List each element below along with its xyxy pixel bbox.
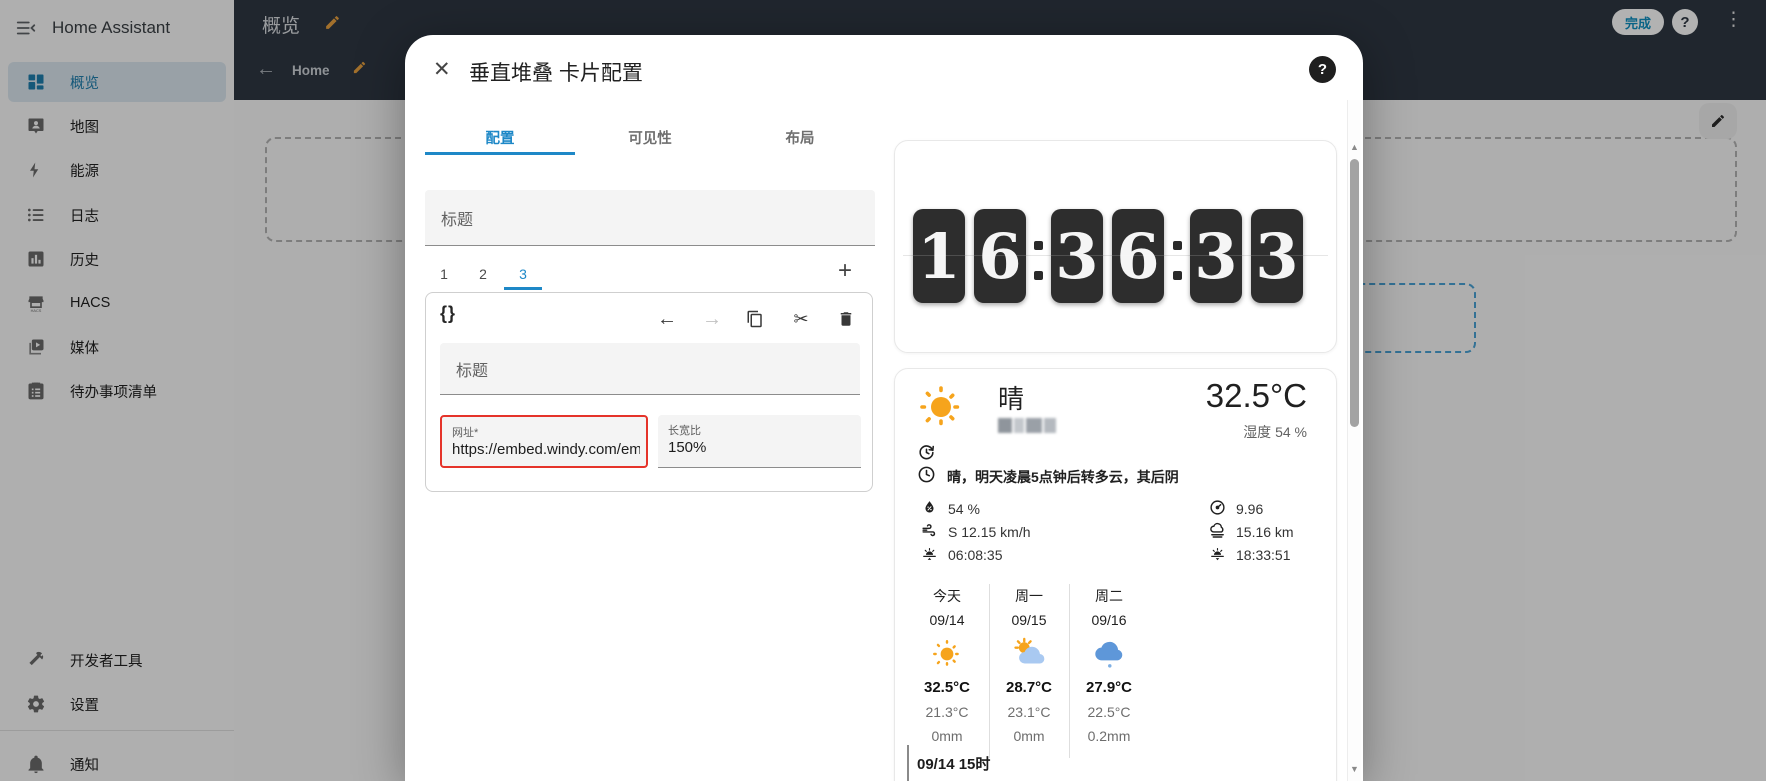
forecast-high: 28.7°C [989,676,1069,700]
stat-sunset: 18:33:51 [1209,545,1291,565]
stat-value: S 12.15 km/h [948,524,1031,540]
hourly-axis-line [907,745,909,781]
undo-icon[interactable]: ← [655,307,679,331]
water-drop-icon [921,499,938,519]
stat-value: 9.96 [1236,501,1263,517]
stat-value: 18:33:51 [1236,547,1291,563]
clock-colon [1034,241,1043,280]
card-config-dialog: ✕ 垂直堆叠 卡片配置 ? 配置 可见性 布局 标题 1 2 3 + {} ← … [405,35,1363,781]
clock-card-preview: 1 6 3 6 3 3 [894,140,1337,353]
scrollbar-thumb[interactable] [1350,159,1359,427]
clock-digit: 1 [913,209,965,303]
clock-digit: 3 [1251,209,1303,303]
forecast-low: 22.5°C [1069,700,1149,724]
card-title-input[interactable]: 标题 [440,343,860,395]
stat-humidity: 54 % [921,499,980,519]
clock-digit: 3 [1190,209,1242,303]
tab-layout[interactable]: 布局 [725,119,875,155]
forecast-high: 32.5°C [907,676,987,700]
active-tab-underline [425,152,575,155]
card-tab-1[interactable]: 1 [425,259,463,289]
sunrise-icon [921,545,938,565]
card-tab-2[interactable]: 2 [464,259,502,289]
delete-trash-icon[interactable] [834,307,858,331]
dialog-title: 垂直堆叠 卡片配置 [469,57,643,87]
scroll-down-icon[interactable]: ▼ [1350,764,1359,774]
stat-pressure: 9.96 [1209,499,1263,519]
stat-sunrise: 06:08:35 [921,545,1003,565]
add-card-plus-icon[interactable]: + [833,259,857,283]
stack-title-input[interactable]: 标题 [425,190,875,246]
aspect-ratio-input[interactable]: 长宽比 150% [658,415,861,468]
aspect-ratio-value: 150% [668,439,855,456]
copy-icon[interactable] [743,307,767,331]
forecast-day: 周二 [1069,584,1149,608]
forecast-day: 今天 [907,584,987,608]
forecast-low: 21.3°C [907,700,987,724]
redo-icon[interactable]: → [700,307,724,331]
forecast-date: 09/14 [907,608,987,632]
stat-value: 54 % [948,501,980,517]
forecast-day-column: 今天 09/14 32.5°C 21.3°C 0mm [907,584,987,748]
forecast-day-column: 周二 09/16 27.9°C 22.5°C 0.2mm [1069,584,1149,748]
forecast-high: 27.9°C [1069,676,1149,700]
stat-value: 06:08:35 [948,547,1003,563]
rainy-icon [1069,632,1149,676]
clock-digit: 6 [974,209,1026,303]
sunny-icon [907,632,987,676]
url-value: https://embed.windy.com/emb [452,441,640,458]
clock-colon [1173,241,1182,280]
clock-digit: 6 [1112,209,1164,303]
app-window: Home Assistant 概览 地图 能源 日志 [0,0,1766,781]
card-title-placeholder: 标题 [456,357,488,381]
gauge-icon [1209,499,1226,519]
card-editor-box: {} ← → ✂ 标题 网址* https://embed.windy.com/… [425,292,873,492]
weather-card-preview: 晴 32.5°C 湿度 54 % 晴，明天凌晨5点钟后转多云，其后阴 54 % … [894,368,1337,781]
forecast-date: 09/15 [989,608,1069,632]
active-card-tab-underline [504,287,542,290]
code-editor-braces-icon[interactable]: {} [440,303,456,324]
tab-visibility[interactable]: 可见性 [575,119,725,155]
stack-title-placeholder: 标题 [441,206,473,230]
current-temperature: 32.5°C [1206,377,1307,415]
stat-visibility: 15.16 km [1209,522,1294,542]
forecast-day: 周一 [989,584,1069,608]
clock-digit: 3 [1051,209,1103,303]
dialog-help-icon[interactable]: ? [1309,56,1336,83]
sunset-icon [1209,545,1226,565]
fog-cloud-icon [1209,522,1226,542]
partly-cloudy-icon [989,632,1069,676]
close-icon[interactable]: ✕ [433,57,451,82]
blurred-location [998,418,1056,433]
stat-value: 15.16 km [1236,524,1294,540]
forecast-date: 09/16 [1069,608,1149,632]
forecast-precip: 0.2mm [1069,724,1149,748]
hourly-label: 09/14 15时 [917,753,990,774]
weather-condition: 晴 [998,379,1024,416]
sun-icon [917,383,965,436]
forecast-low: 23.1°C [989,700,1069,724]
forecast-precip: 0mm [989,724,1069,748]
update-icon [917,443,936,467]
tab-config[interactable]: 配置 [425,119,575,155]
dialog-scrollbar[interactable]: ▲ ▼ [1347,100,1361,781]
forecast-day-column: 周一 09/15 28.7°C 23.1°C 0mm [989,584,1069,748]
clock-outline-icon [917,465,936,489]
stat-wind: S 12.15 km/h [921,522,1031,542]
scroll-up-icon[interactable]: ▲ [1350,142,1359,152]
forecast-precip: 0mm [907,724,987,748]
url-label: 网址* [452,424,478,440]
aspect-ratio-label: 长宽比 [668,422,701,438]
forecast-summary-text: 晴，明天凌晨5点钟后转多云，其后阴 [947,467,1179,487]
url-input[interactable]: 网址* https://embed.windy.com/emb [440,415,648,468]
card-tab-3[interactable]: 3 [504,259,542,289]
cut-scissors-icon[interactable]: ✂ [789,307,813,331]
wind-icon [921,522,938,542]
humidity-label: 湿度 54 % [1243,422,1307,442]
